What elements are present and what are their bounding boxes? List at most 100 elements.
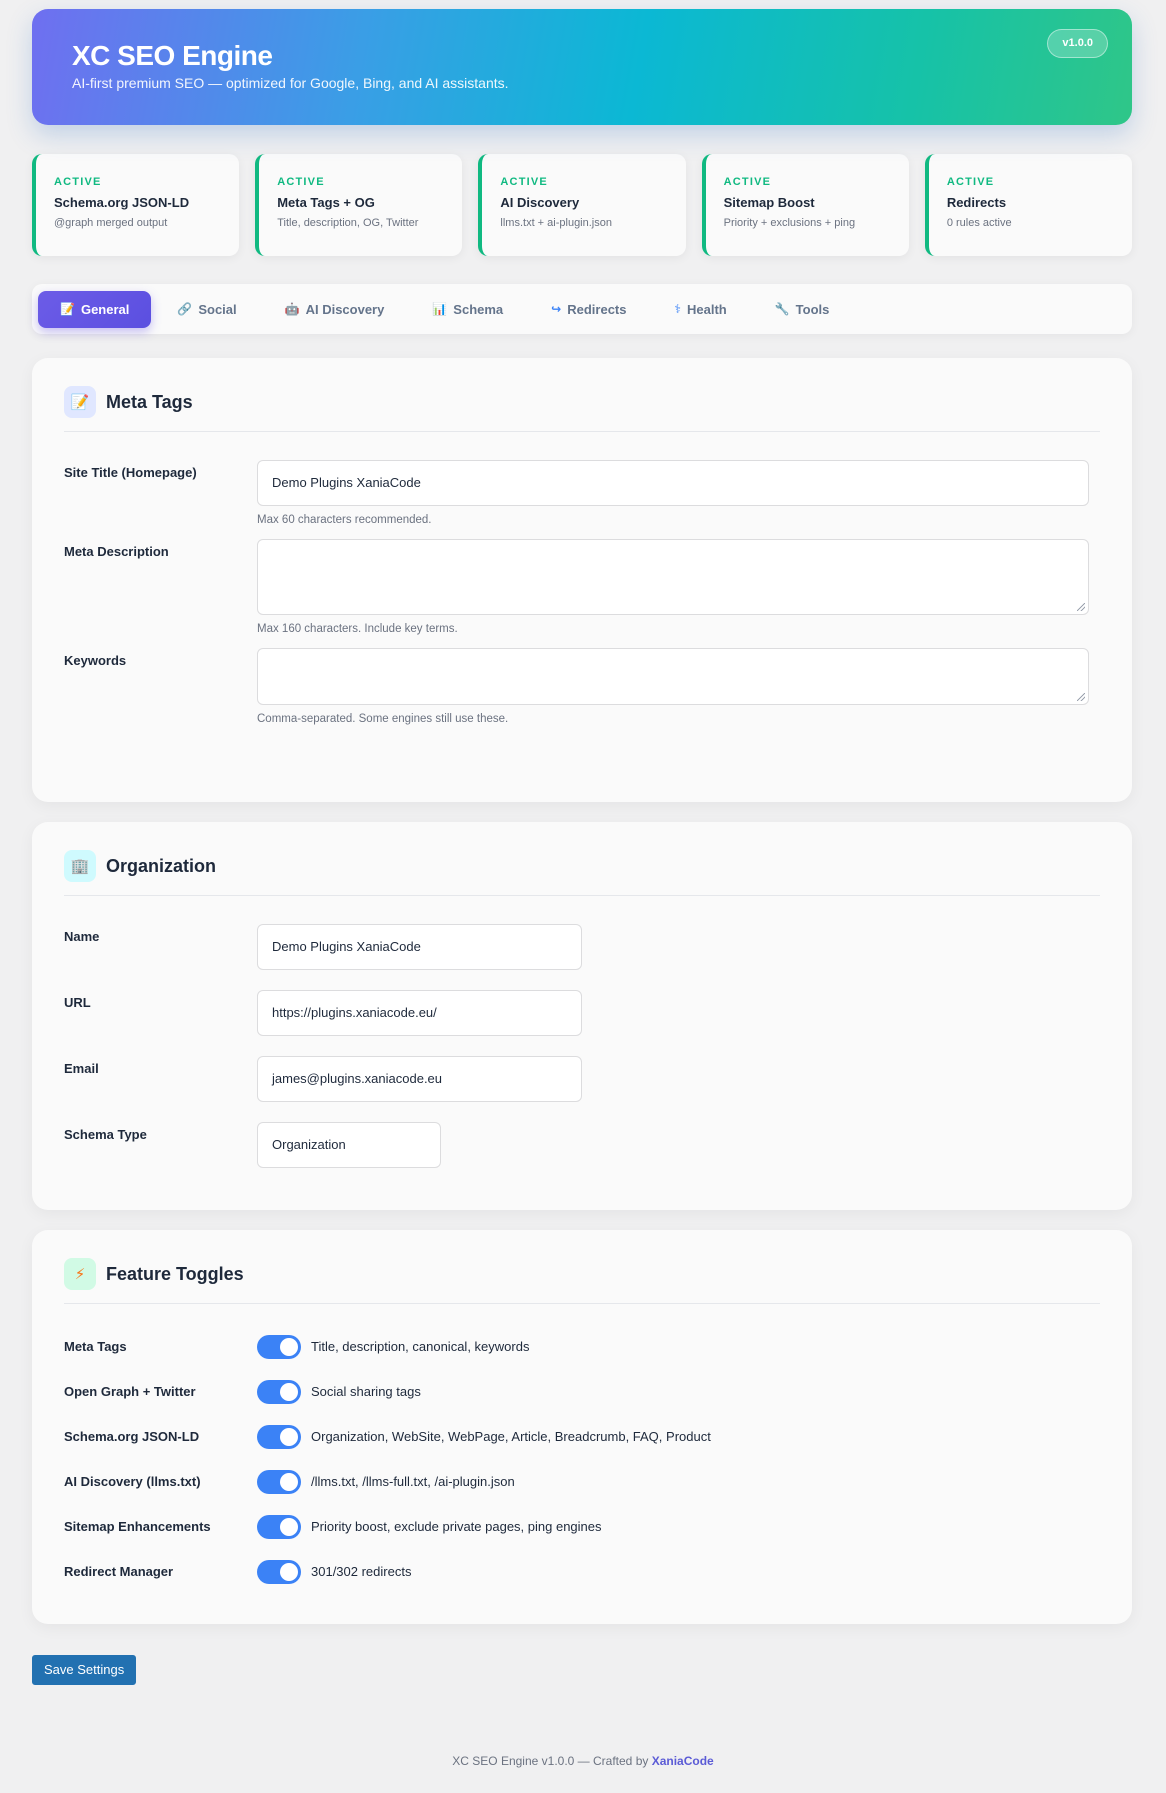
settings-page: XC SEO Engine AI-first premium SEO — opt… xyxy=(32,9,1133,1685)
field-label: Meta Description xyxy=(64,544,169,559)
status-card-redirects: ACTIVE Redirects 0 rules active xyxy=(924,154,1133,256)
toggle-description: Priority boost, exclude private pages, p… xyxy=(311,1519,602,1534)
tab-label: General xyxy=(80,301,130,317)
field-label: Name xyxy=(64,929,100,944)
toggle-label: Meta Tags xyxy=(64,1339,127,1354)
toggle-label: Sitemap Enhancements xyxy=(64,1519,211,1534)
card-title: Schema.org JSON-LD xyxy=(54,195,190,210)
tab-label: Redirects xyxy=(567,301,627,317)
redirect-manager-toggle[interactable] xyxy=(257,1559,301,1584)
ai-discovery-toggle[interactable] xyxy=(257,1469,301,1494)
tab-label: AI Discovery xyxy=(305,301,385,317)
sitemap-toggle[interactable] xyxy=(257,1514,301,1539)
tab-schema[interactable]: 📊 Schema xyxy=(410,291,525,328)
status-badge: ACTIVE xyxy=(277,176,325,188)
card-description: Priority + exclusions + ping xyxy=(723,217,856,229)
org-email-field[interactable]: james@plugins.xaniacode.eu xyxy=(257,1056,582,1102)
resize-handle-icon[interactable] xyxy=(1077,603,1085,611)
org-name-row: Name Demo Plugins XaniaCode xyxy=(64,924,1100,970)
status-badge: ACTIVE xyxy=(946,176,995,188)
tab-health[interactable]: ⚕ Health xyxy=(652,291,748,328)
tab-bar: 📝 General 🔗 Social 🤖 AI Discovery 📊 Sche… xyxy=(32,284,1132,334)
field-label: Site Title (Homepage) xyxy=(64,465,197,480)
meta-tags-section: 📝 Meta Tags Site Title (Homepage) Demo P… xyxy=(32,358,1132,802)
plugin-title: XC SEO Engine xyxy=(72,40,273,71)
org-url-field[interactable]: https://plugins.xaniacode.eu/ xyxy=(257,990,582,1036)
org-name-field[interactable]: Demo Plugins XaniaCode xyxy=(257,924,582,970)
status-card-schema: ACTIVE Schema.org JSON-LD @graph merged … xyxy=(32,154,240,256)
toggle-description: /llms.txt, /llms-full.txt, /ai-plugin.js… xyxy=(311,1474,515,1489)
card-title: AI Discovery xyxy=(500,195,580,210)
feature-toggles-section: ⚡ Feature Toggles Meta Tags Title, descr… xyxy=(32,1230,1132,1624)
save-settings-button[interactable]: Save Settings xyxy=(32,1655,137,1685)
status-card-ai-discovery: ACTIVE AI Discovery llms.txt + ai-plugin… xyxy=(478,154,686,256)
status-badge: ACTIVE xyxy=(723,176,772,188)
memo-icon: 📝 xyxy=(60,302,75,316)
organization-section: 🏢 Organization Name Demo Plugins XaniaCo… xyxy=(32,822,1132,1210)
lightning-icon: ⚡ xyxy=(64,1258,96,1290)
toggle-description: Organization, WebSite, WebPage, Article,… xyxy=(311,1429,711,1444)
redirect-arrow-icon: ↪ xyxy=(551,302,562,316)
section-title: Feature Toggles xyxy=(106,1263,244,1284)
toggle-description: Title, description, canonical, keywords xyxy=(311,1339,530,1354)
open-graph-toggle[interactable] xyxy=(257,1379,301,1404)
toggle-row-open-graph: Open Graph + Twitter Social sharing tags xyxy=(64,1369,1100,1414)
field-label: Keywords xyxy=(64,653,127,668)
toggle-label: Redirect Manager xyxy=(64,1564,174,1579)
tab-general[interactable]: 📝 General xyxy=(38,290,152,328)
tab-ai-discovery[interactable]: 🤖 AI Discovery xyxy=(263,291,407,328)
card-description: @graph merged output xyxy=(54,217,168,229)
meta-description-field[interactable] xyxy=(257,539,1089,615)
card-description: 0 rules active xyxy=(946,217,1012,229)
field-hint: Max 60 characters recommended. xyxy=(257,514,432,526)
tab-label: Schema xyxy=(453,301,504,317)
resize-handle-icon[interactable] xyxy=(1077,693,1085,701)
footer: XC SEO Engine v1.0.0 — Crafted by XaniaC… xyxy=(0,1754,1166,1768)
status-card-meta-tags: ACTIVE Meta Tags + OG Title, description… xyxy=(255,154,463,256)
field-label: Email xyxy=(64,1061,99,1076)
schema-toggle[interactable] xyxy=(257,1424,301,1449)
section-header: 🏢 Organization xyxy=(64,850,1100,896)
tab-redirects[interactable]: ↪ Redirects xyxy=(529,291,648,328)
card-title: Meta Tags + OG xyxy=(277,195,375,210)
schema-type-select[interactable]: Organization xyxy=(257,1122,441,1168)
card-title: Redirects xyxy=(946,195,1007,210)
section-header: ⚡ Feature Toggles xyxy=(64,1258,1100,1304)
keywords-field[interactable] xyxy=(257,648,1089,705)
xaniacode-link[interactable]: XaniaCode xyxy=(652,1754,714,1768)
site-title-field[interactable]: Demo Plugins XaniaCode xyxy=(257,460,1089,506)
keywords-row: Keywords Comma-separated. Some engines s… xyxy=(64,648,1100,725)
toggle-row-meta-tags: Meta Tags Title, description, canonical,… xyxy=(64,1324,1100,1369)
toggle-label: Schema.org JSON-LD xyxy=(64,1429,200,1444)
toggle-row-ai-discovery: AI Discovery (llms.txt) /llms.txt, /llms… xyxy=(64,1459,1100,1504)
tab-tools[interactable]: 🔧 Tools xyxy=(753,291,852,328)
field-label: Schema Type xyxy=(64,1127,147,1142)
meta-tags-toggle[interactable] xyxy=(257,1334,301,1359)
tab-label: Health xyxy=(686,301,727,317)
tab-label: Social xyxy=(198,301,237,317)
toggle-description: 301/302 redirects xyxy=(311,1564,412,1579)
toggle-row-schema: Schema.org JSON-LD Organization, WebSite… xyxy=(64,1414,1100,1459)
version-badge: v1.0.0 xyxy=(1047,29,1108,58)
toggle-label: AI Discovery (llms.txt) xyxy=(64,1474,201,1489)
status-card-sitemap: ACTIVE Sitemap Boost Priority + exclusio… xyxy=(701,154,909,256)
toggle-row-sitemap: Sitemap Enhancements Priority boost, exc… xyxy=(64,1504,1100,1549)
section-header: 📝 Meta Tags xyxy=(64,386,1100,432)
field-hint: Comma-separated. Some engines still use … xyxy=(257,713,509,725)
card-title: Sitemap Boost xyxy=(723,195,815,210)
org-url-row: URL https://plugins.xaniacode.eu/ xyxy=(64,990,1100,1036)
card-description: llms.txt + ai-plugin.json xyxy=(500,217,612,229)
schema-type-row: Schema Type Organization xyxy=(64,1122,1100,1168)
toggle-description: Social sharing tags xyxy=(311,1384,421,1399)
tab-label: Tools xyxy=(795,301,830,317)
tab-social[interactable]: 🔗 Social xyxy=(155,291,258,328)
status-cards: ACTIVE Schema.org JSON-LD @graph merged … xyxy=(32,154,1133,256)
wrench-icon: 🔧 xyxy=(774,302,790,316)
site-title-row: Site Title (Homepage) Demo Plugins Xania… xyxy=(64,460,1100,526)
section-title: Meta Tags xyxy=(106,391,193,412)
memo-icon: 📝 xyxy=(64,386,96,418)
robot-icon: 🤖 xyxy=(284,302,300,316)
toggle-row-redirects: Redirect Manager 301/302 redirects xyxy=(64,1549,1100,1594)
footer-text: XC SEO Engine v1.0.0 — Crafted by xyxy=(452,1754,652,1768)
building-icon: 🏢 xyxy=(64,850,96,882)
